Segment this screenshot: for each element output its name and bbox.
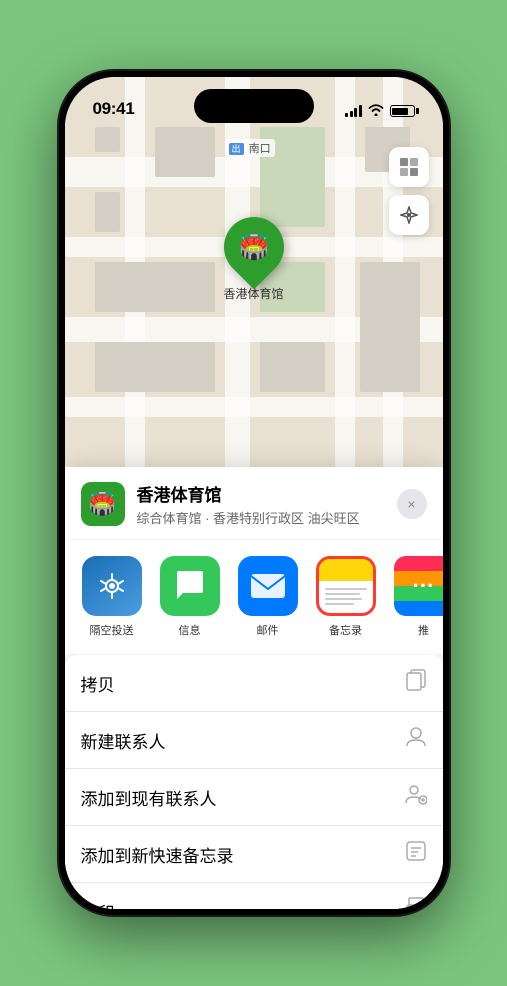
bottom-sheet: 🏟️ 香港体育馆 综合体育馆 · 香港特别行政区 油尖旺区 × bbox=[65, 467, 443, 909]
share-mail[interactable]: 邮件 bbox=[233, 556, 303, 638]
mail-icon bbox=[238, 556, 298, 616]
menu-add-contact-label: 添加到现有联系人 bbox=[81, 785, 217, 810]
location-header: 🏟️ 香港体育馆 综合体育馆 · 香港特别行政区 油尖旺区 × bbox=[65, 467, 443, 539]
signal-bar-3 bbox=[354, 108, 357, 117]
battery-icon bbox=[390, 105, 415, 117]
battery-fill bbox=[392, 108, 408, 115]
signal-bar-2 bbox=[350, 111, 353, 117]
menu-quick-note-label: 添加到新快速备忘录 bbox=[81, 842, 234, 867]
pin-circle: 🏟️ bbox=[211, 205, 296, 290]
menu-print[interactable]: 打印 bbox=[65, 883, 443, 909]
map-view-control bbox=[389, 147, 429, 187]
notes-label: 备忘录 bbox=[329, 622, 362, 638]
building-1 bbox=[95, 127, 120, 152]
notes-line-4 bbox=[325, 603, 354, 605]
status-icons bbox=[345, 103, 415, 119]
airdrop-icon bbox=[82, 556, 142, 616]
print-icon bbox=[405, 897, 427, 909]
more-dots: ··· bbox=[413, 573, 435, 599]
road-v3 bbox=[335, 77, 355, 497]
more-top bbox=[394, 556, 443, 571]
location-name: 香港体育馆 bbox=[137, 481, 397, 506]
menu-new-contact[interactable]: 新建联系人 bbox=[65, 712, 443, 769]
map-label-text: 南口 bbox=[249, 143, 271, 155]
notes-icon bbox=[316, 556, 376, 616]
menu-list: 拷贝 新建联系人 bbox=[65, 655, 443, 909]
phone-frame: 09:41 bbox=[59, 71, 449, 915]
add-contact-icon bbox=[405, 783, 427, 811]
building-8 bbox=[360, 262, 420, 392]
location-pin: 🏟️ 香港体育馆 bbox=[223, 217, 283, 302]
menu-copy-label: 拷贝 bbox=[81, 671, 115, 696]
share-airdrop[interactable]: 隔空投送 bbox=[77, 556, 147, 638]
signal-bar-1 bbox=[345, 113, 348, 117]
location-button[interactable] bbox=[389, 195, 429, 235]
quick-note-icon bbox=[405, 840, 427, 868]
wifi-icon bbox=[368, 103, 384, 119]
notes-lines bbox=[319, 580, 373, 609]
notes-header bbox=[319, 559, 373, 581]
map-label-nankou: 出 南口 bbox=[225, 139, 275, 157]
more-bot bbox=[394, 601, 443, 616]
share-actions-row: 隔空投送 信息 bbox=[65, 540, 443, 654]
building-4 bbox=[95, 192, 120, 232]
building-5 bbox=[95, 262, 215, 312]
mail-label: 邮件 bbox=[257, 622, 279, 638]
location-subtitle: 综合体育馆 · 香港特别行政区 油尖旺区 bbox=[137, 508, 397, 527]
pin-inner-icon: 🏟️ bbox=[239, 233, 269, 262]
map-location-control bbox=[389, 195, 429, 235]
map-label-icon: 出 bbox=[229, 143, 244, 155]
share-message[interactable]: 信息 bbox=[155, 556, 225, 638]
status-time: 09:41 bbox=[93, 99, 135, 119]
more-icon: ··· bbox=[394, 556, 443, 616]
menu-copy[interactable]: 拷贝 bbox=[65, 655, 443, 712]
message-icon bbox=[160, 556, 220, 616]
location-icon: 🏟️ bbox=[81, 482, 125, 526]
close-button[interactable]: × bbox=[397, 489, 427, 519]
menu-print-label: 打印 bbox=[81, 899, 115, 910]
notes-line-1 bbox=[325, 588, 367, 590]
location-info: 香港体育馆 综合体育馆 · 香港特别行政区 油尖旺区 bbox=[137, 481, 397, 527]
more-label: 推 bbox=[418, 622, 429, 638]
notes-line-2 bbox=[325, 593, 361, 595]
signal-bar-4 bbox=[359, 105, 362, 117]
building-7 bbox=[260, 342, 325, 392]
new-contact-icon bbox=[405, 726, 427, 754]
message-label: 信息 bbox=[179, 622, 201, 638]
signal-bars-icon bbox=[345, 105, 362, 117]
copy-icon bbox=[405, 669, 427, 697]
menu-new-contact-label: 新建联系人 bbox=[81, 728, 166, 753]
share-more[interactable]: ··· 推 bbox=[389, 556, 443, 638]
notes-line-3 bbox=[325, 598, 363, 600]
building-2 bbox=[155, 127, 215, 177]
airdrop-label: 隔空投送 bbox=[90, 622, 134, 638]
dynamic-island bbox=[194, 89, 314, 123]
share-notes[interactable]: 备忘录 bbox=[311, 556, 381, 638]
menu-add-contact[interactable]: 添加到现有联系人 bbox=[65, 769, 443, 826]
building-6 bbox=[95, 342, 215, 392]
menu-quick-note[interactable]: 添加到新快速备忘录 bbox=[65, 826, 443, 883]
map-area[interactable]: 出 南口 🏟️ 香港体育馆 bbox=[65, 77, 443, 497]
map-type-button[interactable] bbox=[389, 147, 429, 187]
phone-screen: 09:41 bbox=[65, 77, 443, 909]
